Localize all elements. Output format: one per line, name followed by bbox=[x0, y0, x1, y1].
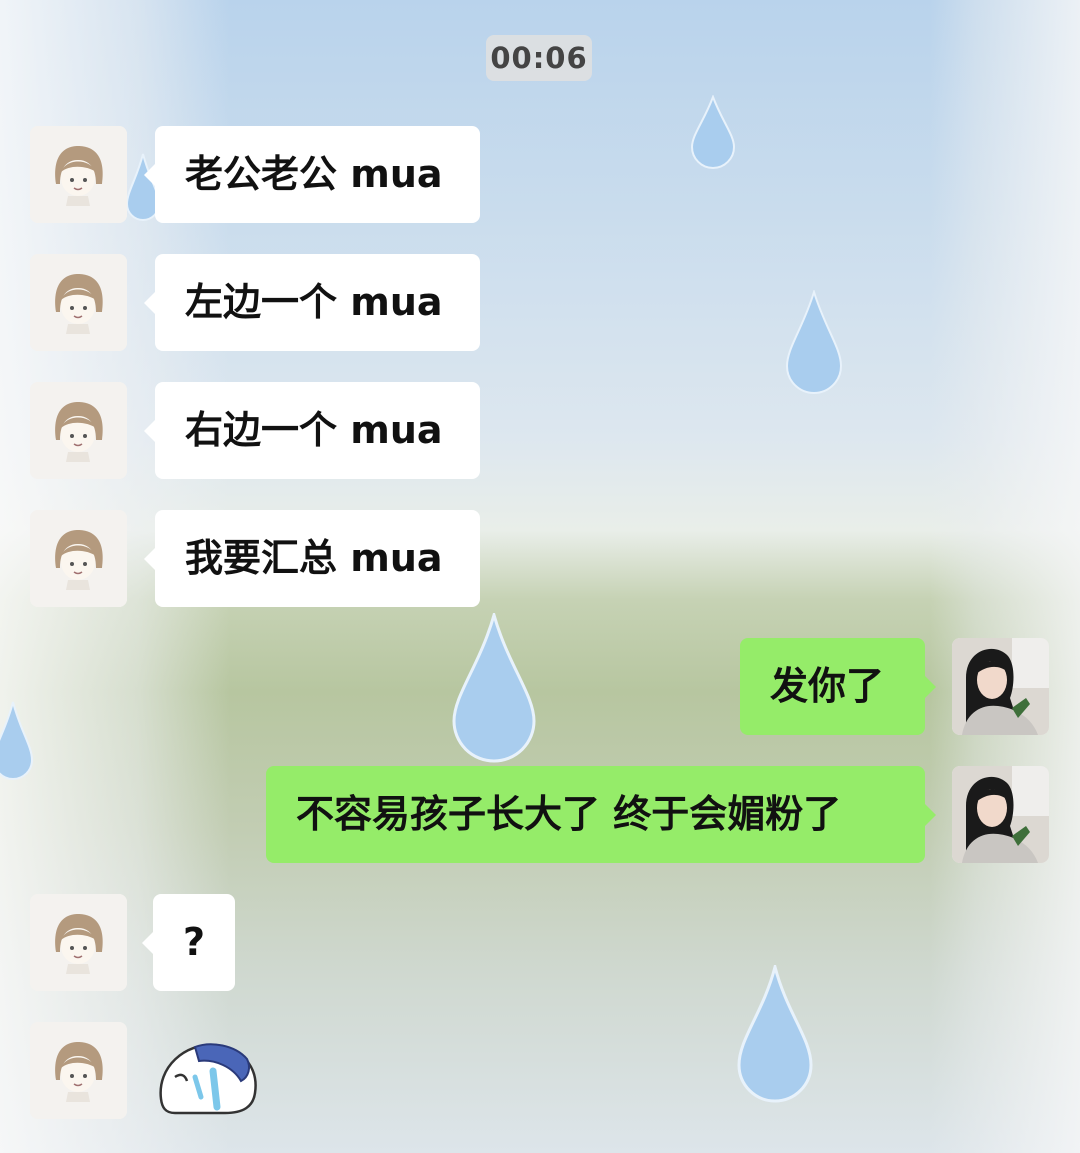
contact-avatar[interactable] bbox=[30, 510, 127, 607]
raindrop-icon bbox=[452, 613, 536, 763]
message-timestamp: 00:06 bbox=[486, 35, 592, 81]
background-right-curtain bbox=[930, 0, 1080, 1153]
self-avatar[interactable] bbox=[952, 766, 1049, 863]
crying-cartoon-sticker-icon[interactable] bbox=[155, 1037, 263, 1117]
contact-avatar[interactable] bbox=[30, 894, 127, 991]
message-bubble-incoming[interactable]: 左边一个 mua bbox=[144, 254, 480, 351]
message-bubble-incoming[interactable]: 老公老公 mua bbox=[144, 126, 480, 223]
contact-avatar[interactable] bbox=[30, 126, 127, 223]
raindrop-icon bbox=[785, 290, 843, 394]
user-photo-avatar-icon bbox=[952, 638, 1049, 735]
message-bubble-outgoing[interactable]: 发你了 bbox=[740, 638, 936, 735]
cartoon-girl-avatar-icon bbox=[30, 894, 127, 991]
contact-avatar[interactable] bbox=[30, 1022, 127, 1119]
contact-avatar[interactable] bbox=[30, 254, 127, 351]
user-photo-avatar-icon bbox=[952, 766, 1049, 863]
message-bubble-outgoing[interactable]: 不容易孩子长大了 终于会媚粉了 bbox=[266, 766, 936, 863]
raindrop-icon bbox=[690, 95, 736, 169]
cartoon-girl-avatar-icon bbox=[30, 254, 127, 351]
cartoon-girl-avatar-icon bbox=[30, 510, 127, 607]
cartoon-girl-avatar-icon bbox=[30, 382, 127, 479]
raindrop-icon bbox=[737, 965, 813, 1103]
cartoon-girl-avatar-icon bbox=[30, 1022, 127, 1119]
raindrop-icon bbox=[0, 701, 34, 780]
message-bubble-incoming[interactable]: 右边一个 mua bbox=[144, 382, 480, 479]
cartoon-girl-avatar-icon bbox=[30, 126, 127, 223]
self-avatar[interactable] bbox=[952, 638, 1049, 735]
message-bubble-incoming[interactable]: ? bbox=[142, 894, 235, 991]
contact-avatar[interactable] bbox=[30, 382, 127, 479]
message-bubble-incoming[interactable]: 我要汇总 mua bbox=[144, 510, 480, 607]
